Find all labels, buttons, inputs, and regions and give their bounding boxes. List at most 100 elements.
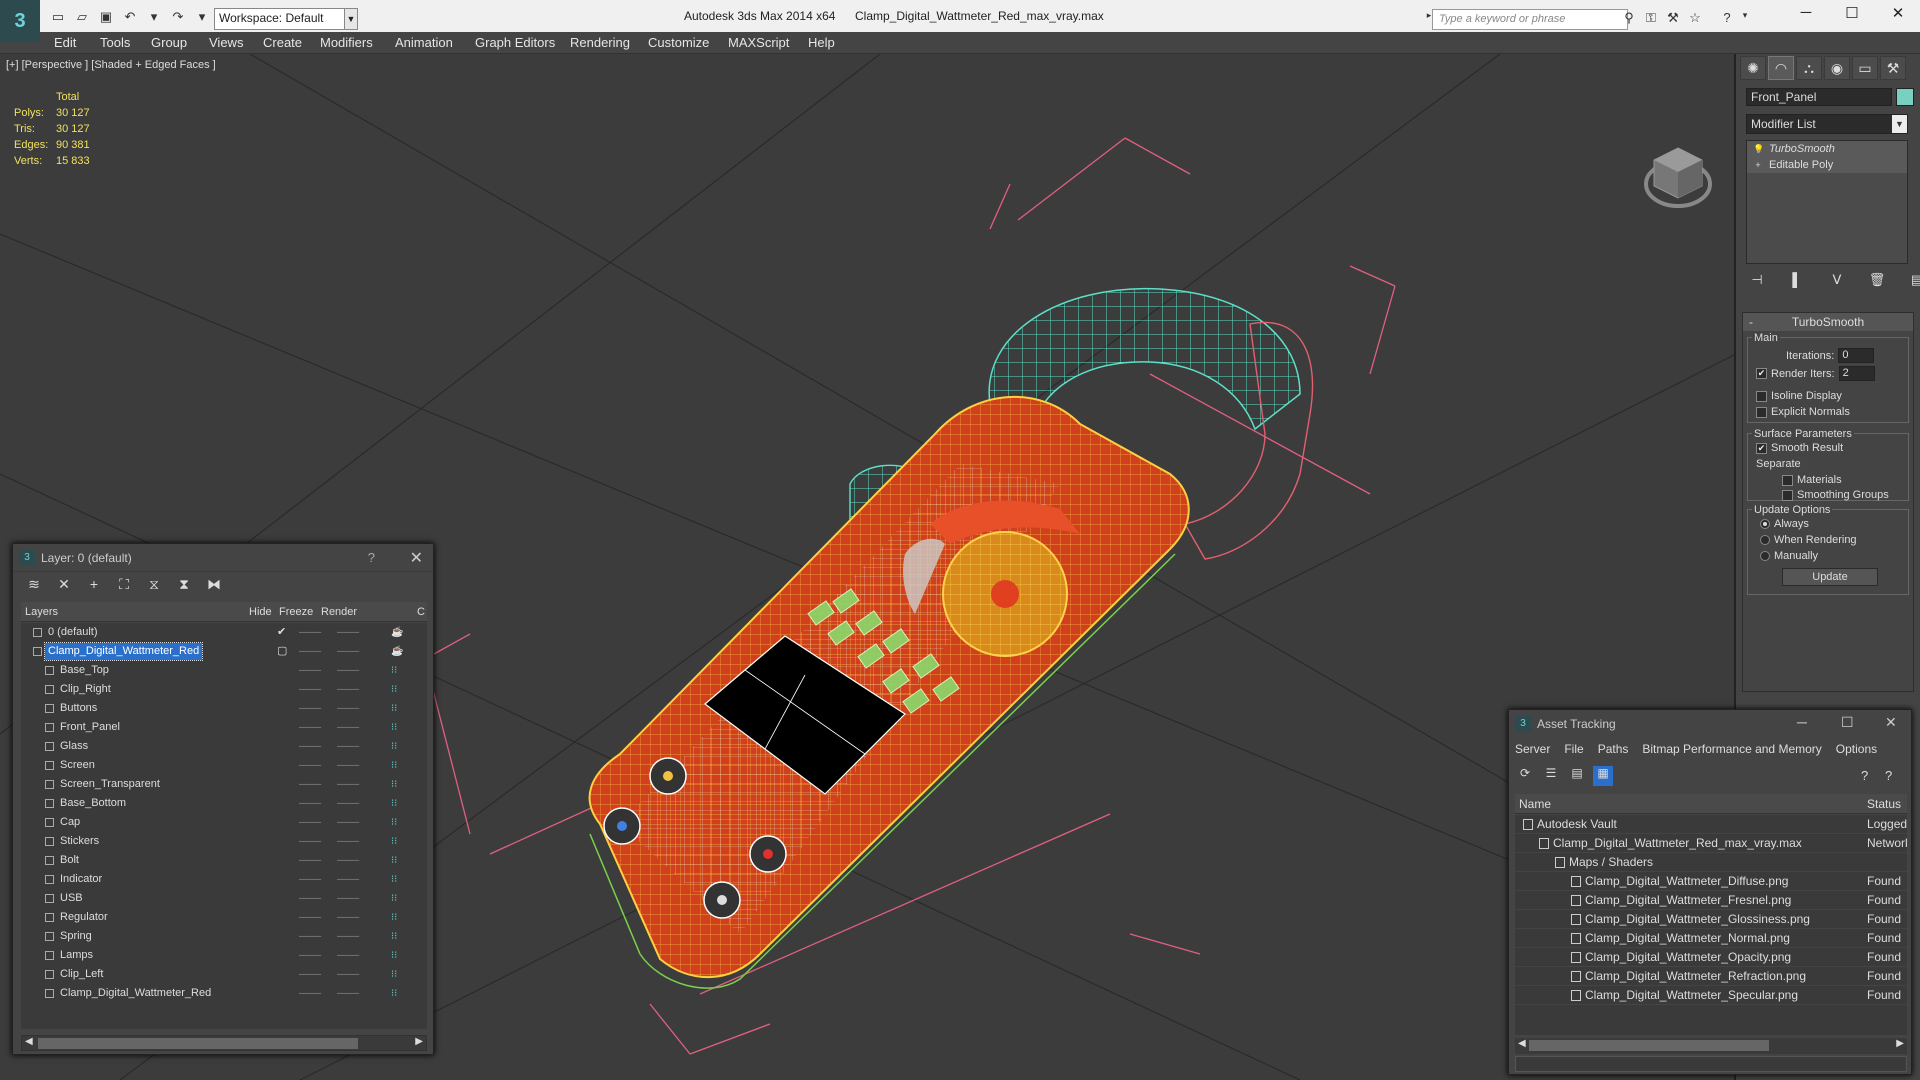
layer-row[interactable]: Screen_Transparent –––– –––– ⁝⁝: [21, 775, 427, 794]
undo-icon[interactable]: ↶: [120, 7, 140, 27]
maximize-icon[interactable]: ☐: [1841, 714, 1854, 731]
layer-window-titlebar[interactable]: 3 Layer: 0 (default) ? ✕: [13, 544, 433, 572]
col-layers[interactable]: Layers: [25, 606, 58, 618]
freeze-toggle[interactable]: ––––: [337, 680, 359, 699]
hide-toggle[interactable]: ––––: [299, 908, 321, 927]
materials-checkbox[interactable]: [1782, 474, 1793, 486]
select-objects-icon[interactable]: ⛶: [113, 576, 135, 596]
search-input[interactable]: Type a keyword or phrase: [1432, 9, 1628, 30]
layer-row[interactable]: Spring –––– –––– ⁝⁝: [21, 927, 427, 946]
menu-create[interactable]: Create: [263, 35, 302, 50]
hide-toggle[interactable]: ––––: [299, 927, 321, 946]
layer-name[interactable]: Indicator: [57, 871, 105, 888]
modify-tab-icon[interactable]: ◠: [1768, 56, 1794, 80]
layer-row[interactable]: Cap –––– –––– ⁝⁝: [21, 813, 427, 832]
remove-modifier-icon[interactable]: 🗑: [1866, 272, 1888, 292]
minimize-icon[interactable]: ─: [1797, 714, 1807, 730]
menu-tools[interactable]: Tools: [100, 35, 130, 50]
maximize-icon[interactable]: ☐: [1832, 4, 1872, 28]
render-toggle-icon[interactable]: ⁝⁝: [391, 984, 397, 1003]
render-toggle-icon[interactable]: ⁝⁝: [391, 851, 397, 870]
layer-name[interactable]: Clamp_Digital_Wattmeter_Red: [57, 985, 214, 1002]
isoline-display-row[interactable]: Isoline Display: [1756, 390, 1842, 402]
layer-name[interactable]: Lamps: [57, 947, 96, 964]
asset-name[interactable]: Maps / Shaders: [1569, 853, 1653, 872]
hide-toggle[interactable]: ––––: [299, 794, 321, 813]
freeze-toggle[interactable]: ––––: [337, 642, 359, 661]
materials-row[interactable]: Materials: [1782, 474, 1842, 486]
help-icon[interactable]: ?: [368, 550, 375, 565]
layer-row[interactable]: Clip_Right –––– –––– ⁝⁝: [21, 680, 427, 699]
scroll-thumb[interactable]: [1529, 1040, 1769, 1051]
freeze-toggle[interactable]: ––––: [337, 699, 359, 718]
render-toggle-icon[interactable]: ⁝⁝: [391, 908, 397, 927]
menu-modifiers[interactable]: Modifiers: [320, 35, 373, 50]
asset-menu-file[interactable]: File: [1564, 742, 1583, 756]
col-name[interactable]: Name: [1519, 797, 1551, 811]
layer-name[interactable]: USB: [57, 890, 86, 907]
render-toggle-icon[interactable]: ☕: [391, 642, 403, 661]
render-toggle-icon[interactable]: ⁝⁝: [391, 737, 397, 756]
freeze-toggle[interactable]: ––––: [337, 756, 359, 775]
asset-name[interactable]: Clamp_Digital_Wattmeter_Specular.png: [1585, 986, 1798, 1005]
undo-dropdown-icon[interactable]: ▾: [144, 7, 164, 27]
update-button[interactable]: Update: [1782, 568, 1878, 586]
asset-window-titlebar[interactable]: 3 Asset Tracking ─ ☐ ✕: [1509, 710, 1911, 738]
render-toggle-icon[interactable]: ⁝⁝: [391, 775, 397, 794]
workspace-select[interactable]: Workspace: Default: [214, 8, 358, 30]
always-row[interactable]: Always: [1760, 518, 1809, 530]
object-color-swatch[interactable]: [1896, 88, 1914, 106]
col-freeze[interactable]: Freeze: [279, 606, 313, 618]
layer-row[interactable]: Regulator –––– –––– ⁝⁝: [21, 908, 427, 927]
lightbulb-icon[interactable]: 💡: [1753, 144, 1764, 154]
close-icon[interactable]: ✕: [1878, 4, 1918, 28]
when-rendering-row[interactable]: When Rendering: [1760, 534, 1857, 546]
layer-row[interactable]: Base_Top –––– –––– ⁝⁝: [21, 661, 427, 680]
render-toggle-icon[interactable]: ⁝⁝: [391, 927, 397, 946]
stack-item-editable-poly[interactable]: + Editable Poly: [1747, 157, 1907, 173]
asset-name[interactable]: Clamp_Digital_Wattmeter_Red_max_vray.max: [1553, 834, 1802, 853]
hide-toggle[interactable]: ––––: [299, 623, 321, 642]
asset-row[interactable]: Clamp_Digital_Wattmeter_Red_max_vray.max…: [1515, 834, 1907, 853]
layer-row[interactable]: 0 (default) ✔ –––– –––– ☕: [21, 623, 427, 642]
table-view-icon[interactable]: ▦: [1593, 766, 1613, 786]
hide-toggle[interactable]: ––––: [299, 756, 321, 775]
smoothing-groups-row[interactable]: Smoothing Groups: [1782, 489, 1889, 501]
menu-help[interactable]: Help: [808, 35, 835, 50]
render-toggle-icon[interactable]: ☕: [391, 623, 403, 642]
asset-menu-options[interactable]: Options: [1836, 742, 1877, 756]
asset-name[interactable]: Clamp_Digital_Wattmeter_Diffuse.png: [1585, 872, 1788, 891]
manually-radio[interactable]: [1760, 551, 1770, 561]
layer-name[interactable]: Cap: [57, 814, 83, 831]
render-toggle-icon[interactable]: ⁝⁝: [391, 661, 397, 680]
render-toggle-icon[interactable]: ⁝⁝: [391, 794, 397, 813]
freeze-toggle[interactable]: ––––: [337, 661, 359, 680]
add-to-layer-icon[interactable]: +: [83, 576, 105, 596]
hide-toggle[interactable]: ––––: [299, 832, 321, 851]
asset-row[interactable]: Clamp_Digital_Wattmeter_Normal.png Found: [1515, 929, 1907, 948]
freeze-toggle[interactable]: ––––: [337, 832, 359, 851]
asset-row[interactable]: Clamp_Digital_Wattmeter_Glossiness.png Fo…: [1515, 910, 1907, 929]
render-toggle-icon[interactable]: ⁝⁝: [391, 699, 397, 718]
delete-layer-icon[interactable]: ✕: [53, 576, 75, 596]
binoculars-icon[interactable]: ⚲: [1620, 10, 1638, 28]
hide-toggle[interactable]: ––––: [299, 889, 321, 908]
help-dropdown-icon[interactable]: ▾: [1736, 10, 1754, 28]
freeze-toggle[interactable]: ––––: [337, 794, 359, 813]
render-toggle-icon[interactable]: ⁝⁝: [391, 870, 397, 889]
current-layer-check-icon[interactable]: ✔: [277, 623, 286, 642]
minimize-icon[interactable]: ─: [1786, 4, 1826, 28]
freeze-toggle[interactable]: ––––: [337, 737, 359, 756]
save-icon[interactable]: ▣: [96, 7, 116, 27]
layer-name[interactable]: 0 (default): [45, 624, 101, 641]
layer-name[interactable]: Screen: [57, 757, 98, 774]
freeze-toggle[interactable]: ––––: [337, 870, 359, 889]
layer-row[interactable]: Screen –––– –––– ⁝⁝: [21, 756, 427, 775]
render-toggle-icon[interactable]: ⁝⁝: [391, 832, 397, 851]
menu-graph-editors[interactable]: Graph Editors: [475, 35, 555, 50]
smooth-result-checkbox[interactable]: ✔: [1756, 442, 1767, 454]
asset-name[interactable]: Clamp_Digital_Wattmeter_Refraction.png: [1585, 967, 1806, 986]
render-toggle-icon[interactable]: ⁝⁝: [391, 813, 397, 832]
layer-name[interactable]: Clip_Right: [57, 681, 114, 698]
refresh-icon[interactable]: ⟳: [1515, 766, 1535, 786]
